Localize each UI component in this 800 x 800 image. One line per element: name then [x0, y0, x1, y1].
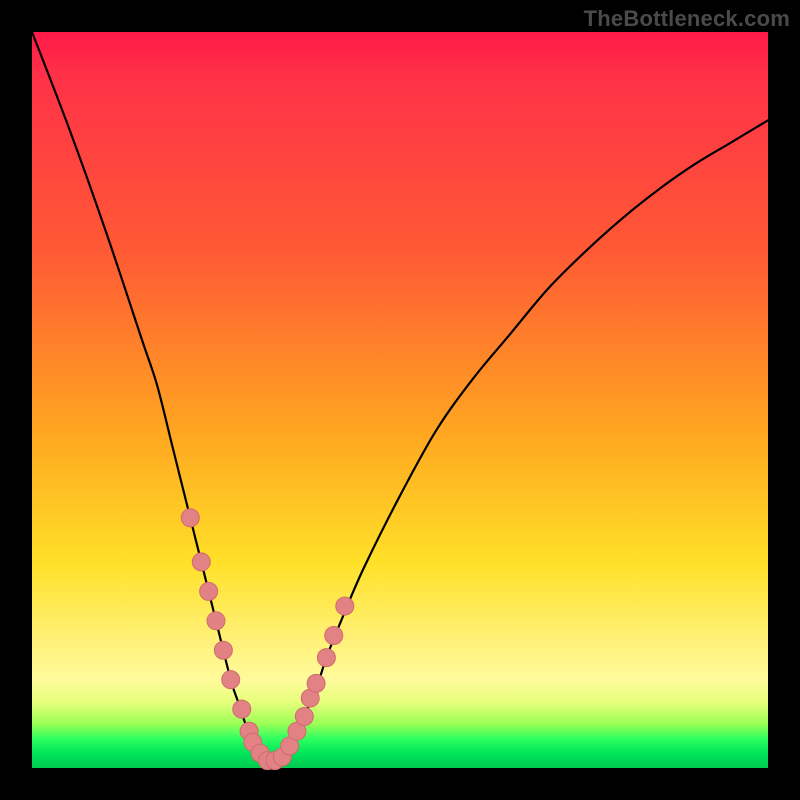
data-marker	[207, 612, 225, 630]
data-marker	[233, 700, 251, 718]
data-marker	[307, 674, 325, 692]
data-marker	[317, 649, 335, 667]
watermark: TheBottleneck.com	[584, 6, 790, 32]
data-marker	[336, 597, 354, 615]
data-marker	[200, 582, 218, 600]
data-marker	[192, 553, 210, 571]
plot-area	[32, 32, 768, 768]
data-marker	[295, 707, 313, 725]
data-marker	[214, 641, 232, 659]
chart-stage: TheBottleneck.com	[0, 0, 800, 800]
data-marker	[222, 671, 240, 689]
data-marker	[325, 627, 343, 645]
data-marker	[181, 509, 199, 527]
curve-layer	[32, 32, 768, 768]
bottleneck-curve	[32, 32, 768, 761]
marker-group	[181, 509, 354, 770]
